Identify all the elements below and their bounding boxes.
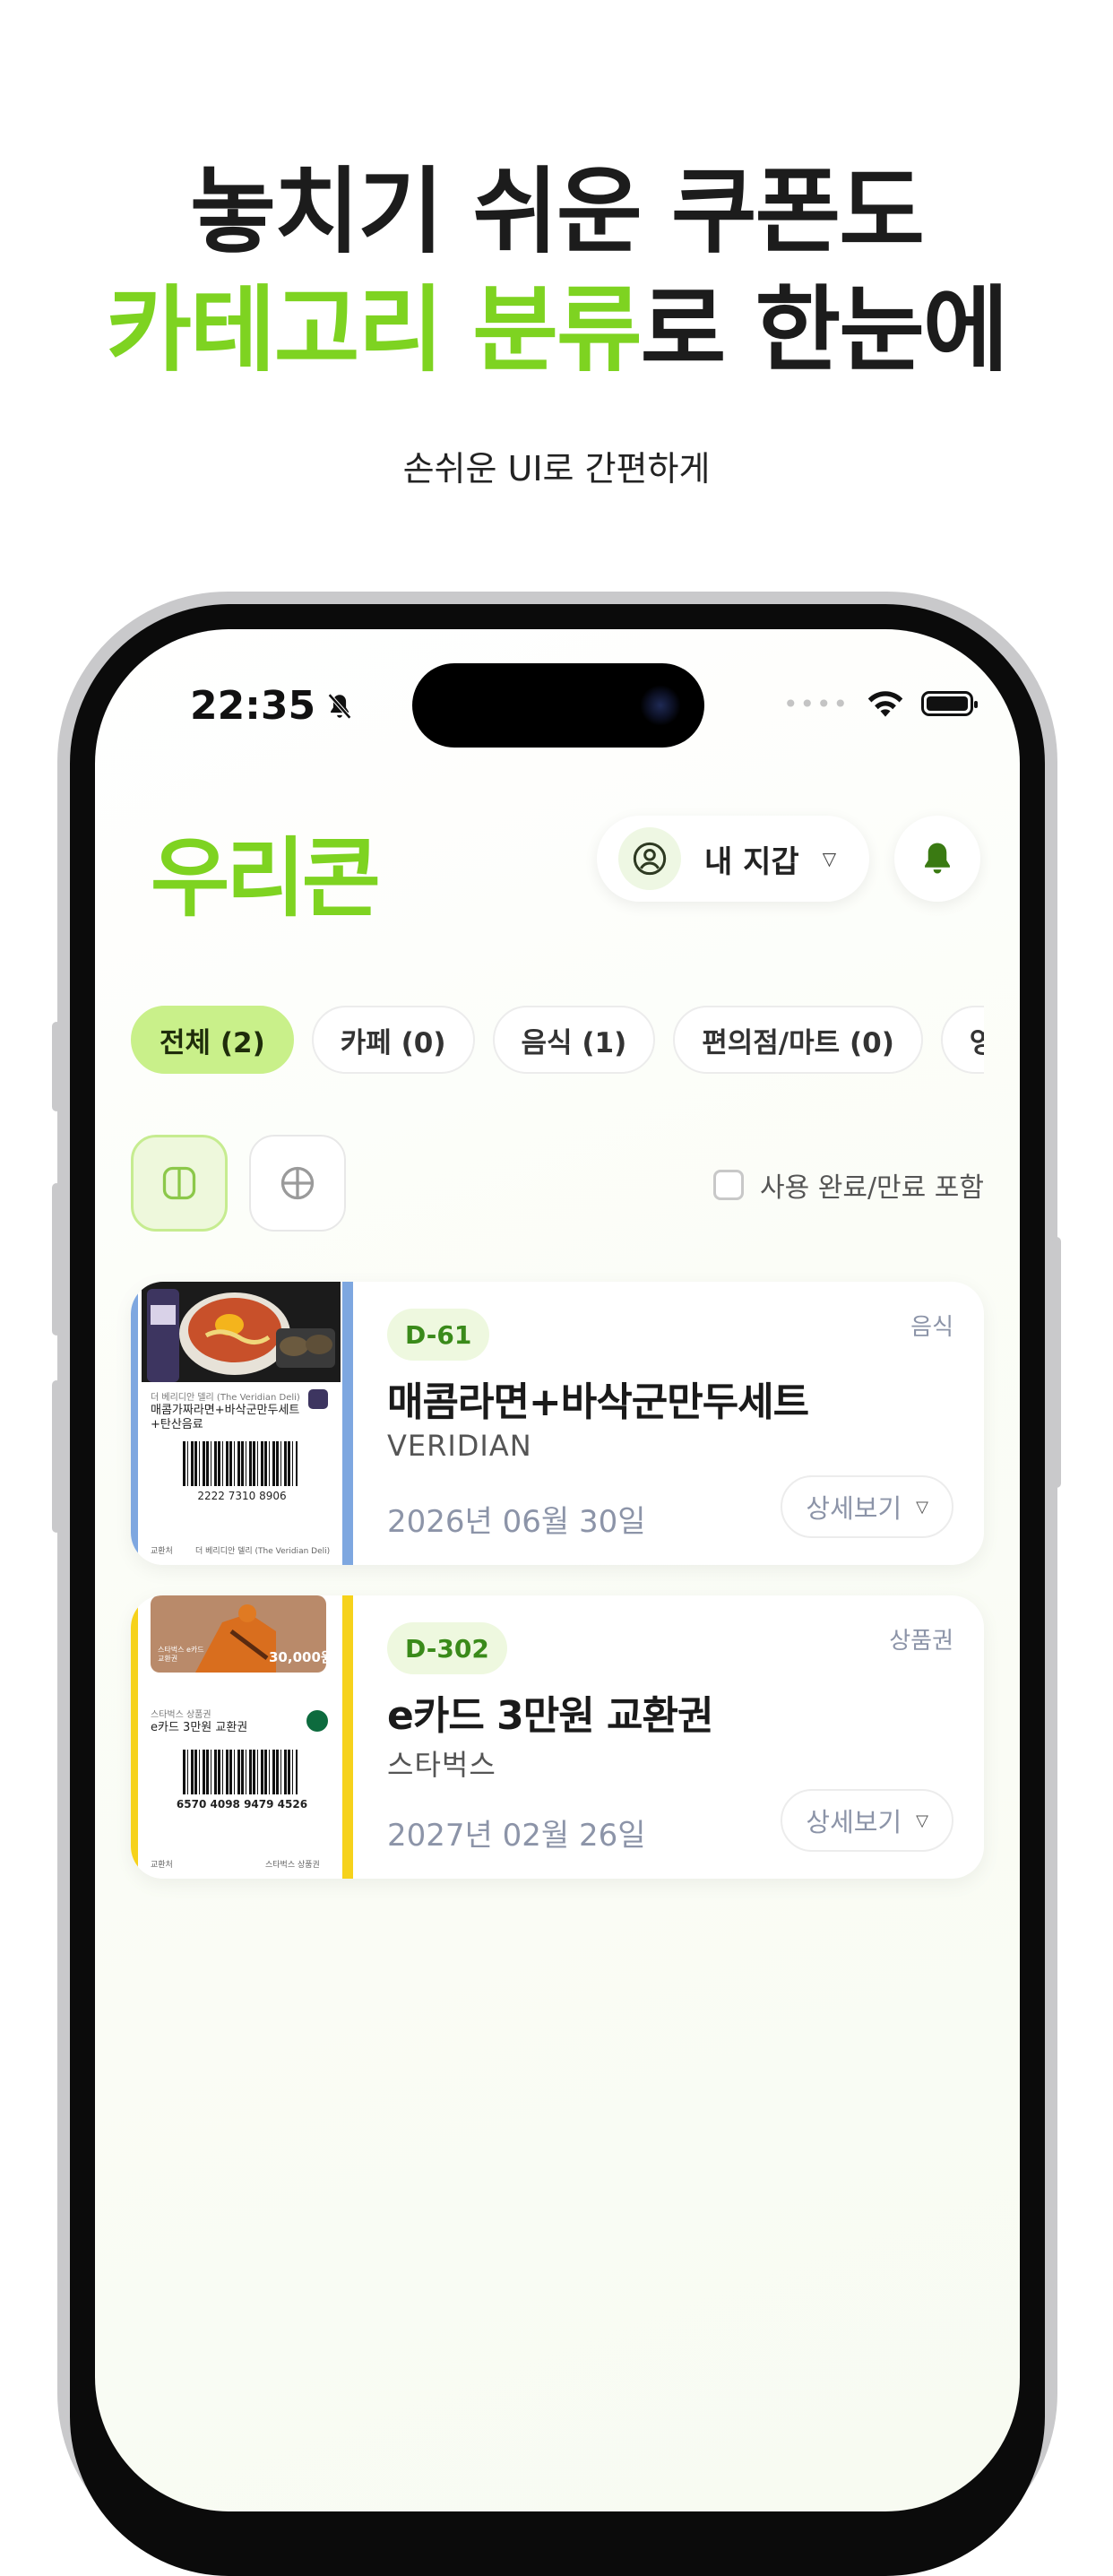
dday-badge: D-302	[387, 1622, 507, 1674]
thumbnail-product-name: 매콤가짜라면+바삭군만두세트+탄산음료	[151, 1404, 300, 1431]
caret-down-icon: ▽	[822, 848, 837, 869]
food-photo-image	[142, 1282, 341, 1382]
headline-highlight: 카테고리 분류	[106, 275, 642, 385]
single-column-view-icon	[162, 1166, 196, 1200]
dynamic-island	[412, 663, 704, 748]
phone-side-button	[52, 1183, 61, 1336]
coupon-brand: VERIDIAN	[387, 1429, 532, 1463]
bell-icon	[925, 843, 950, 874]
coupon-expiry-date: 2027년 02월 26일	[387, 1818, 646, 1854]
headline-line-1: 놓치기 쉬운 쿠폰도	[190, 157, 925, 266]
view-details-button[interactable]: 상세보기 ▽	[781, 1475, 953, 1538]
view-details-button[interactable]: 상세보기 ▽	[781, 1789, 953, 1852]
view-details-label: 상세보기	[806, 1493, 902, 1524]
include-expired-checkbox[interactable]	[713, 1170, 745, 1200]
headline-line-2: 카테고리 분류로 한눈에	[0, 271, 1113, 389]
thumbnail-edge	[131, 1282, 138, 1565]
phone-side-button	[1052, 1237, 1061, 1488]
barcode-image	[183, 1750, 298, 1794]
category-filter-bar[interactable]: 전체 (2) 카페 (0) 음식 (1) 편의점/마트 (0) 영화/공연	[131, 1006, 984, 1081]
battery-icon	[921, 691, 978, 716]
user-avatar-icon	[618, 827, 681, 890]
caret-down-icon: ▽	[916, 1497, 928, 1517]
cellular-dots-icon: ••••	[782, 688, 850, 719]
category-chip-movie[interactable]: 영화/공연	[940, 1006, 984, 1074]
coupon-title: 매콤라면+바삭군만두세트	[387, 1379, 809, 1425]
barcode-number: 2222 7310 8906	[197, 1490, 287, 1502]
category-chip-food[interactable]: 음식 (1)	[492, 1006, 656, 1074]
phone-side-button	[52, 1380, 61, 1533]
include-expired-label: 사용 완료/만료 포함	[760, 1172, 984, 1204]
coupon-category: 상품권	[889, 1628, 953, 1655]
list-view-toggle[interactable]	[131, 1135, 228, 1232]
coupon-category: 음식	[910, 1314, 953, 1341]
coupon-brand: 스타벅스	[387, 1748, 496, 1782]
coupon-thumbnail: 더 베리디안 델리 (The Veridian Deli) 매콤가짜라면+바삭군…	[131, 1282, 353, 1565]
camera-lens-icon	[640, 685, 681, 726]
status-time-text: 22:35	[190, 683, 316, 729]
wallet-selector-button[interactable]: 내 지갑 ▽	[597, 816, 869, 902]
thumbnail-shop-name: 더 베리디안 델리 (The Veridian Deli)	[151, 1393, 300, 1403]
marketing-subtitle: 손쉬운 UI로 간편하게	[402, 449, 711, 488]
thumbnail-footer-value: 스타벅스 상품권	[265, 1861, 320, 1870]
category-chip-all[interactable]: 전체 (2)	[131, 1006, 294, 1074]
coupon-thumbnail: 30,000원 스타벅스 e카드 교환권 스타벅스 상품권 e카드 3만원 교환…	[131, 1595, 353, 1879]
gift-card-name: 스타벅스 e카드 교환권	[158, 1646, 204, 1663]
thumbnail-product-name: e카드 3만원 교환권	[151, 1721, 248, 1734]
status-bar-time: 22:35	[190, 683, 355, 729]
status-bar-indicators: ••••	[782, 688, 978, 719]
thumbnail-shop-name: 스타벅스 상품권	[151, 1710, 211, 1720]
gift-card-amount: 30,000원	[269, 1649, 333, 1665]
app-logo: 우리콘	[151, 828, 381, 929]
view-details-label: 상세보기	[806, 1807, 902, 1837]
coupon-title: e카드 3만원 교환권	[387, 1693, 713, 1739]
thumbnail-footer-label: 교환처	[151, 1861, 173, 1870]
category-chip-convenience-store[interactable]: 편의점/마트 (0)	[673, 1006, 923, 1074]
thumbnail-footer-label: 교환처	[151, 1547, 173, 1556]
headline-line-2-rest: 로 한눈에	[640, 275, 1009, 385]
coupon-card[interactable]: 더 베리디안 델리 (The Veridian Deli) 매콤가짜라면+바삭군…	[131, 1282, 984, 1565]
include-expired-toggle[interactable]: 사용 완료/만료 포함	[713, 1165, 984, 1205]
caret-down-icon: ▽	[916, 1811, 928, 1830]
wallet-label: 내 지갑	[704, 843, 799, 880]
notification-button[interactable]	[894, 816, 980, 902]
barcode-number: 6570 4098 9479 4526	[176, 1798, 308, 1811]
dday-badge: D-61	[387, 1309, 490, 1361]
grid-view-toggle[interactable]	[249, 1135, 346, 1232]
phone-side-button	[52, 1022, 61, 1111]
thumbnail-footer-value: 더 베리디안 델리 (The Veridian Deli)	[195, 1547, 331, 1556]
thumbnail-edge	[342, 1282, 353, 1565]
bell-slash-icon	[328, 693, 352, 719]
thumbnail-edge	[342, 1595, 353, 1879]
category-chip-cafe[interactable]: 카페 (0)	[311, 1006, 475, 1074]
phone-screen: 22:35 •••• 우리콘 내 지갑 ▽ 전체 (2) 카페 (0) 음식 (…	[95, 629, 1020, 2511]
marketing-headline: 놓치기 쉬운 쿠폰도 카테고리 분류로 한눈에	[0, 152, 1113, 389]
barcode-image	[183, 1441, 298, 1486]
coupon-card[interactable]: 30,000원 스타벅스 e카드 교환권 스타벅스 상품권 e카드 3만원 교환…	[131, 1595, 984, 1879]
thumbnail-edge	[131, 1595, 138, 1879]
coupon-expiry-date: 2026년 06월 30일	[387, 1504, 646, 1540]
wifi-icon	[867, 691, 903, 717]
grid-view-icon	[280, 1166, 315, 1200]
